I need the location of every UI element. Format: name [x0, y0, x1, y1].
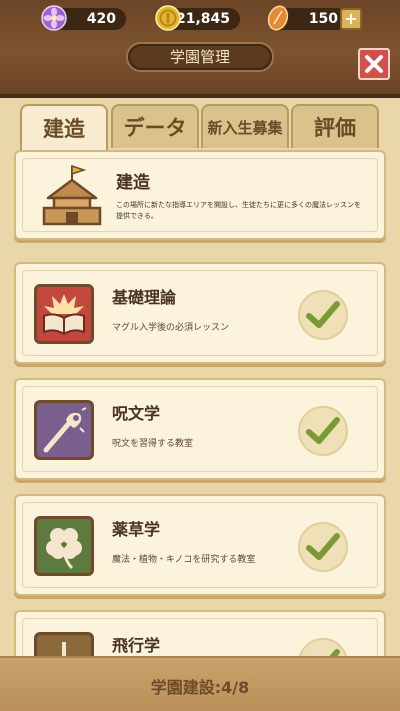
clover-icon [46, 528, 82, 570]
classroom-icon [34, 284, 94, 344]
close-icon [365, 55, 383, 73]
classroom-title: 薬草学 [112, 520, 161, 539]
classroom-card-charms[interactable]: 呪文学 呪文を習得する教室 [14, 378, 386, 480]
tab-bar: 建造 データ 新入生募集 評価 [20, 104, 380, 150]
classroom-description: 魔法・植物・キノコを研究する教室 [112, 555, 256, 565]
classroom-title: 基礎理論 [112, 288, 177, 307]
classroom-description: マグル入学後の必須レッスン [112, 323, 230, 333]
gem-counter: 420 [41, 5, 126, 31]
tab-data[interactable]: データ [111, 104, 199, 148]
coin-counter: 21,845 [155, 5, 240, 31]
built-checkmark [298, 290, 348, 340]
coin-count: 21,845 [175, 11, 230, 27]
feather-icon [264, 4, 292, 32]
close-button[interactable] [358, 48, 390, 80]
footer-bar: 学園建設:4/8 [0, 656, 400, 711]
build-progress: 学園建設:4/8 [150, 678, 250, 697]
classroom-description: 呪文を習得する教室 [112, 439, 194, 449]
magic-book-icon [43, 294, 85, 336]
page-title: 学園管理 [126, 42, 274, 72]
feather-counter: 150 [267, 5, 348, 31]
check-icon [306, 533, 340, 560]
tab-build[interactable]: 建造 [20, 104, 108, 150]
gem-count: 420 [86, 11, 116, 27]
classroom-title: 飛行学 [112, 636, 161, 655]
plus-icon: + [344, 9, 358, 28]
magic-wand-icon [43, 407, 87, 453]
tab-evaluation[interactable]: 評価 [291, 104, 379, 148]
built-checkmark [298, 406, 348, 456]
built-checkmark [298, 522, 348, 572]
classroom-list[interactable]: 建造 この場所に新たな指導エリアを開設し、生徒たちに更に多くの魔法レッスンを提供… [0, 148, 400, 668]
build-hut-icon [42, 164, 102, 226]
classroom-card-herbology[interactable]: 薬草学 魔法・植物・キノコを研究する教室 [14, 494, 386, 596]
classroom-card-basic-theory[interactable]: 基礎理論 マグル入学後の必須レッスン [14, 262, 386, 364]
tab-recruit[interactable]: 新入生募集 [201, 104, 289, 148]
build-title: 建造 [116, 173, 150, 193]
classroom-icon [34, 516, 94, 576]
build-info-card: 建造 この場所に新たな指導エリアを開設し、生徒たちに更に多くの魔法レッスンを提供… [14, 150, 386, 240]
check-icon [306, 301, 340, 328]
classroom-title: 呪文学 [112, 404, 161, 423]
feather-count: 150 [308, 11, 338, 27]
add-resource-button[interactable]: + [340, 8, 362, 30]
coin-icon [154, 4, 182, 32]
build-description: この場所に新たな指導エリアを開設し、生徒たちに更に多くの魔法レッスンを提供できる… [116, 201, 361, 220]
top-bar: 420 21,845 150 + 学園管理 [0, 0, 400, 98]
check-icon [306, 417, 340, 444]
gem-flower-icon [40, 4, 68, 32]
classroom-icon [34, 400, 94, 460]
